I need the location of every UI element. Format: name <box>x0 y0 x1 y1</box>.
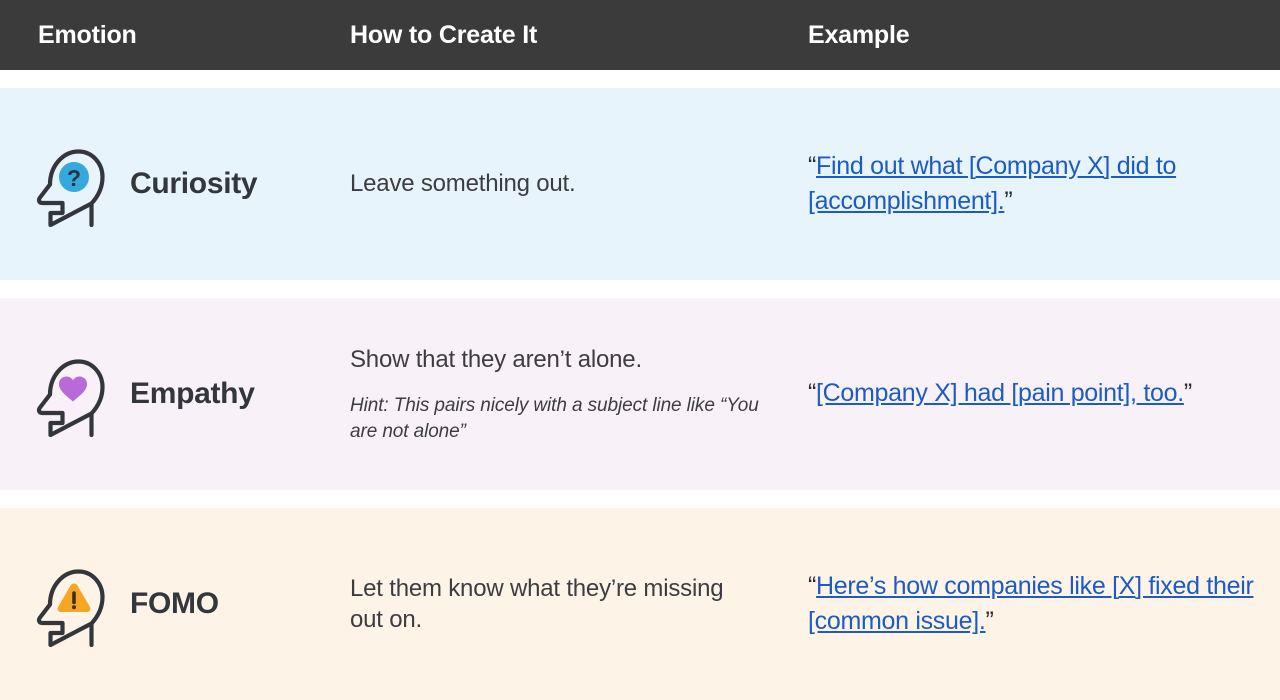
how-to-text: Show that they aren’t alone. <box>350 345 642 373</box>
open-quote: “ <box>808 151 817 180</box>
how-to-cell-fomo: Let them know what they’re missing out o… <box>350 573 808 635</box>
head-question-icon: ? <box>32 141 108 227</box>
table-row: Empathy Show that they aren’t alone. Hin… <box>0 298 1280 490</box>
emotion-label: FOMO <box>130 587 219 620</box>
example-text: “Here’s how companies like [X] fixed the… <box>808 569 1262 640</box>
column-header-example-label: Example <box>808 20 910 49</box>
example-link[interactable]: [Company X] had [pain point], too. <box>816 379 1184 407</box>
close-quote: ” <box>1004 187 1013 215</box>
open-quote: “ <box>808 571 817 600</box>
row-spacer <box>0 490 1280 508</box>
emotion-cell-fomo: FOMO <box>0 561 350 647</box>
close-quote: ” <box>985 607 994 635</box>
example-link[interactable]: Here’s how companies like [X] fixed thei… <box>808 572 1254 636</box>
example-cell-empathy: “[Company X] had [pain point], too.” <box>808 376 1280 412</box>
emotion-cell-empathy: Empathy <box>0 351 350 437</box>
row-spacer <box>0 280 1280 298</box>
example-link[interactable]: Find out what [Company X] did to [accomp… <box>808 152 1176 216</box>
table-row: ? Curiosity Leave something out. “Find o… <box>0 88 1280 280</box>
head-heart-icon <box>32 351 108 437</box>
emotion-label: Empathy <box>130 377 255 410</box>
open-quote: “ <box>808 379 817 408</box>
how-to-hint: Hint: This pairs nicely with a subject l… <box>350 394 759 442</box>
emotion-cell-curiosity: ? Curiosity <box>0 141 350 227</box>
head-warning-icon <box>32 561 108 647</box>
how-to-cell-curiosity: Leave something out. <box>350 168 808 199</box>
column-header-emotion: Emotion <box>0 21 350 50</box>
column-header-how-to-create-it: How to Create It <box>350 21 808 50</box>
how-to-cell-empathy: Show that they aren’t alone. Hint: This … <box>350 344 808 444</box>
example-cell-fomo: “Here’s how companies like [X] fixed the… <box>808 569 1280 640</box>
table-row: FOMO Let them know what they’re missing … <box>0 508 1280 700</box>
example-text: “Find out what [Company X] did to [accom… <box>808 149 1262 220</box>
example-cell-curiosity: “Find out what [Company X] did to [accom… <box>808 149 1280 220</box>
svg-text:?: ? <box>67 165 81 191</box>
table-header-row: Emotion How to Create It Example <box>0 0 1280 70</box>
column-header-example: Example <box>808 21 1280 50</box>
how-to-text: Leave something out. <box>350 170 576 198</box>
row-spacer <box>0 70 1280 88</box>
example-text: “[Company X] had [pain point], too.” <box>808 376 1262 412</box>
close-quote: ” <box>1183 379 1192 408</box>
column-header-how-to-create-it-label: How to Create It <box>350 20 538 49</box>
how-to-text: Let them know what they’re missing out o… <box>350 574 724 633</box>
emotion-table: Emotion How to Create It Example ? Curio… <box>0 0 1280 700</box>
emotion-label: Curiosity <box>130 167 258 200</box>
column-header-emotion-label: Emotion <box>38 20 137 49</box>
